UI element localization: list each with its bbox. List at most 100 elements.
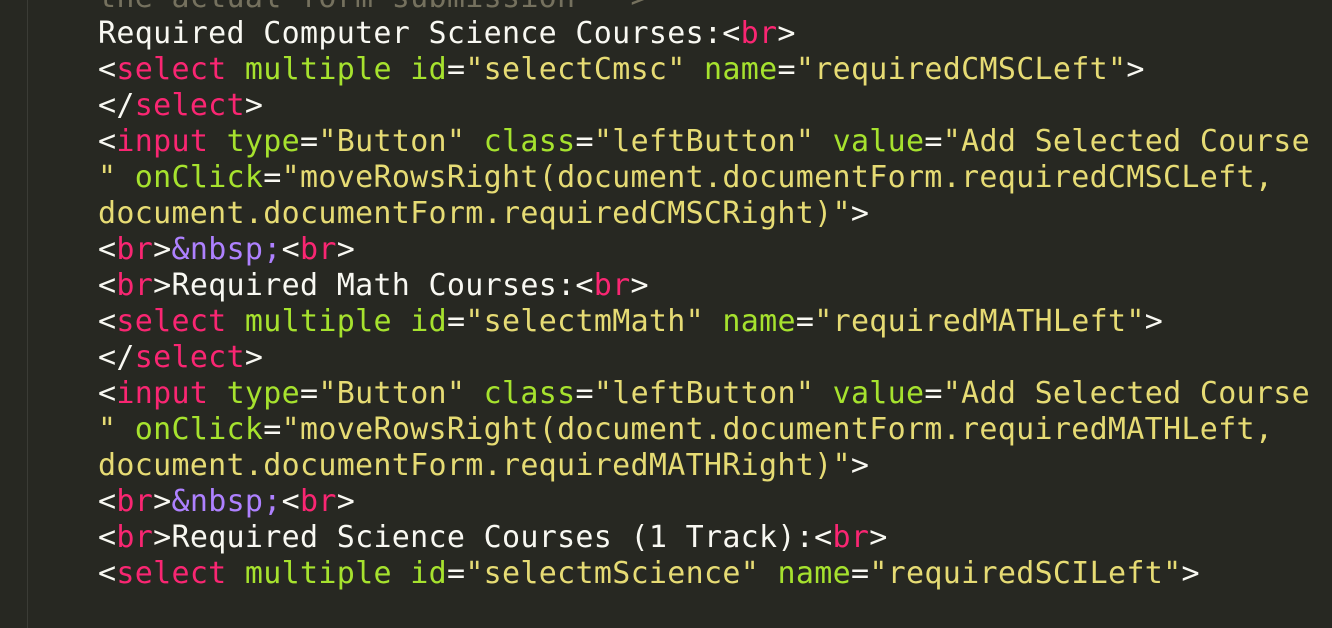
code-text: < — [281, 484, 301, 519]
code-line[interactable]: </select> — [98, 88, 1332, 124]
code-comment: the actual form submission --> — [98, 0, 649, 15]
attribute-name: multiple — [244, 304, 392, 339]
code-text: > — [1181, 556, 1200, 591]
code-text: > — [850, 196, 870, 231]
attribute-name: name — [777, 556, 851, 591]
attribute-name: value — [832, 124, 925, 159]
code-line[interactable]: <input type="Button" class="leftButton" … — [98, 376, 1332, 412]
code-text: > — [336, 484, 356, 519]
code-text: = — [263, 160, 282, 195]
tag-name: br — [116, 232, 154, 267]
html-entity: &nbsp; — [171, 232, 282, 267]
code-text: < — [98, 376, 117, 411]
tag-name: br — [593, 268, 631, 303]
code-line[interactable]: " onClick="moveRowsRight(document.docume… — [98, 412, 1332, 448]
html-entity: &nbsp; — [171, 484, 282, 519]
code-line[interactable]: <br>&nbsp;<br> — [98, 232, 1332, 268]
attribute-name: name — [704, 52, 778, 87]
code-text: > — [869, 520, 888, 555]
string-literal: "Add Selected Course -> — [942, 376, 1332, 411]
tag-name: br — [740, 16, 778, 51]
tag-name: br — [300, 484, 337, 519]
attribute-name: class — [483, 124, 576, 159]
code-text: </ — [98, 88, 135, 123]
code-line[interactable]: <select multiple id="selectmMath" name="… — [98, 304, 1332, 340]
attribute-name: multiple — [244, 52, 392, 87]
string-literal: "selectmMath" — [465, 304, 705, 339]
code-line[interactable]: <br>Required Science Courses (1 Track):<… — [98, 520, 1332, 556]
tag-name: br — [116, 520, 154, 555]
string-literal: " — [98, 412, 117, 447]
string-literal: document.documentForm.requiredMATHRight)… — [98, 448, 851, 483]
code-text: = — [795, 304, 815, 339]
string-literal: "Button" — [318, 124, 466, 159]
code-line[interactable]: <br>&nbsp;<br> — [98, 484, 1332, 520]
attribute-name: onClick — [134, 160, 264, 195]
code-text: < — [98, 556, 117, 591]
code-line[interactable]: " onClick="moveRowsRight(document.docume… — [98, 160, 1332, 196]
string-literal: "selectmScience" — [465, 556, 760, 591]
code-text: = — [575, 124, 594, 159]
code-text: < — [98, 268, 117, 303]
code-text: = — [575, 376, 594, 411]
code-text: = — [300, 124, 319, 159]
code-editor[interactable]: the actual form submission -->Required C… — [98, 0, 1332, 628]
string-literal: "moveRowsRight(document.documentForm.req… — [281, 412, 1274, 447]
code-line[interactable]: <input type="Button" class="leftButton" … — [98, 124, 1332, 160]
code-text: </ — [98, 340, 135, 375]
tag-name: select — [134, 88, 245, 123]
tag-name: select — [116, 556, 227, 591]
tag-name: select — [116, 52, 227, 87]
tag-name: select — [116, 304, 227, 339]
code-text: >Required Science Courses (1 Track):< — [153, 520, 833, 555]
code-text: = — [263, 412, 282, 447]
code-line[interactable]: Required Computer Science Courses:<br> — [98, 16, 1332, 52]
code-text: = — [300, 376, 319, 411]
string-literal: document.documentForm.requiredCMSCRight)… — [98, 196, 851, 231]
code-text: > — [850, 448, 870, 483]
code-text: = — [446, 556, 466, 591]
code-text: < — [98, 520, 117, 555]
tag-name: input — [116, 376, 209, 411]
code-text: = — [924, 376, 943, 411]
tag-name: br — [832, 520, 870, 555]
string-literal: "Button" — [318, 376, 466, 411]
string-literal: "requiredMATHLeft" — [814, 304, 1145, 339]
code-line[interactable]: <br>Required Math Courses:<br> — [98, 268, 1332, 304]
code-line[interactable]: document.documentForm.requiredMATHRight)… — [98, 448, 1332, 484]
code-text: < — [281, 232, 301, 267]
string-literal: "requiredSCILeft" — [869, 556, 1182, 591]
code-line[interactable]: <select multiple id="selectCmsc" name="r… — [98, 52, 1332, 88]
attribute-name: multiple — [244, 556, 392, 591]
code-text: < — [98, 232, 117, 267]
attribute-name: id — [410, 556, 447, 591]
attribute-name: type — [226, 124, 301, 159]
attribute-name: class — [483, 376, 576, 411]
code-line[interactable]: <select multiple id="selectmScience" nam… — [98, 556, 1332, 592]
string-literal: "leftButton" — [593, 376, 815, 411]
code-line[interactable]: </select> — [98, 340, 1332, 376]
code-text: > — [777, 16, 796, 51]
code-text: = — [924, 124, 943, 159]
code-text: < — [98, 484, 117, 519]
code-line[interactable]: the actual form submission --> — [98, 0, 1332, 16]
string-literal: "selectCmsc" — [465, 52, 686, 87]
code-text: < — [98, 304, 117, 339]
tag-name: input — [116, 124, 209, 159]
string-literal: "moveRowsRight(document.documentForm.req… — [281, 160, 1274, 195]
code-line[interactable]: document.documentForm.requiredCMSCRight)… — [98, 196, 1332, 232]
code-text: Required Computer Science Courses:< — [98, 16, 741, 51]
